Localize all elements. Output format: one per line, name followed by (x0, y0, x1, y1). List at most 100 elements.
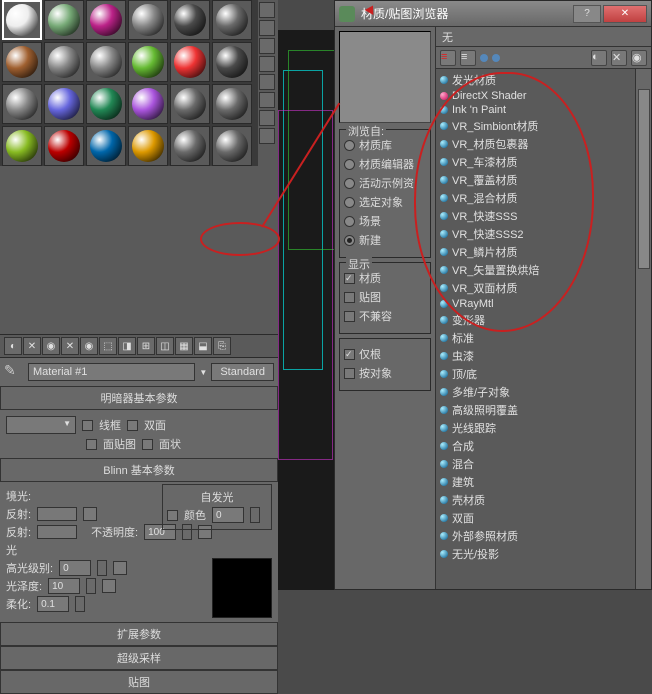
map-btn[interactable] (113, 561, 127, 575)
sample-slot[interactable] (170, 0, 210, 40)
soften-val[interactable]: 0.1 (37, 596, 69, 612)
sample-slot[interactable] (212, 126, 252, 166)
material-list-item[interactable]: 外部参照材质 (440, 527, 631, 545)
material-type-button[interactable]: Standard (211, 363, 274, 381)
radio[interactable] (344, 178, 355, 189)
material-list-item[interactable]: 高级照明覆盖 (440, 401, 631, 419)
side-tool[interactable] (259, 110, 275, 126)
material-list-item[interactable]: VR_混合材质 (440, 189, 631, 207)
material-list-item[interactable]: VR_快速SSS (440, 207, 631, 225)
spec-level-val[interactable]: 0 (59, 560, 91, 576)
material-list-item[interactable]: VR_覆盖材质 (440, 171, 631, 189)
sample-slot[interactable] (86, 126, 126, 166)
material-list-item[interactable]: 标准 (440, 329, 631, 347)
material-list-item[interactable]: 多维/子对象 (440, 383, 631, 401)
spinner-buttons[interactable] (97, 560, 107, 576)
material-list-item[interactable]: 光线跟踪 (440, 419, 631, 437)
radio[interactable] (344, 140, 355, 151)
side-tool[interactable] (259, 20, 275, 36)
sample-slot[interactable] (44, 84, 84, 124)
tool-btn[interactable]: ◨ (118, 337, 136, 355)
list-view-btn[interactable]: ≡ (440, 50, 456, 66)
side-tool[interactable] (259, 2, 275, 18)
sample-slot[interactable] (2, 42, 42, 82)
material-list-item[interactable]: 壳材质 (440, 491, 631, 509)
sample-slot[interactable] (86, 84, 126, 124)
material-list-item[interactable]: Ink 'n Paint (440, 103, 631, 117)
shader-rollout-header[interactable]: 明暗器基本参数 (0, 386, 278, 410)
material-list-item[interactable]: VR_Simbiont材质 (440, 117, 631, 135)
material-list-item[interactable]: VR_快速SSS2 (440, 225, 631, 243)
titlebar[interactable]: 材质/贴图浏览器 ? ✕ (335, 1, 651, 27)
sample-slot[interactable] (44, 126, 84, 166)
scroll-thumb[interactable] (638, 89, 650, 269)
get-material-btn[interactable]: ◐ (4, 337, 22, 355)
eyedropper-icon[interactable]: ✎ (4, 362, 24, 382)
sample-slot[interactable] (212, 0, 252, 40)
diffuse-map-btn[interactable] (83, 507, 97, 521)
sample-slot[interactable] (170, 126, 210, 166)
two-side-checkbox[interactable] (127, 420, 138, 431)
face-map-checkbox[interactable] (86, 439, 97, 450)
material-list-item[interactable]: VR_鳞片材质 (440, 243, 631, 261)
ext-rollout[interactable]: 扩展参数 (0, 622, 278, 646)
tool-btn[interactable]: ⊞ (137, 337, 155, 355)
maps-rollout[interactable]: 贴图 (0, 670, 278, 694)
view-btn[interactable]: ≡ (460, 50, 476, 66)
sample-slot[interactable] (86, 42, 126, 82)
material-list-item[interactable]: 变形器 (440, 311, 631, 329)
material-list-item[interactable]: VR_材质包裹器 (440, 135, 631, 153)
sample-slot[interactable] (212, 84, 252, 124)
tool-btn[interactable]: ✕ (611, 50, 627, 66)
sample-slot[interactable] (2, 0, 42, 40)
self-illum-color-chk[interactable] (167, 510, 178, 521)
help-button[interactable]: ? (573, 5, 601, 23)
material-list-item[interactable]: 虫漆 (440, 347, 631, 365)
material-list-item[interactable]: 双面 (440, 509, 631, 527)
sample-slot[interactable] (2, 84, 42, 124)
sample-slot[interactable] (44, 0, 84, 40)
checkbox[interactable] (344, 292, 355, 303)
side-tool[interactable] (259, 74, 275, 90)
tool-btn[interactable]: ▦ (175, 337, 193, 355)
sample-slot[interactable] (86, 0, 126, 40)
side-tool[interactable] (259, 128, 275, 144)
spinner-buttons[interactable] (75, 596, 85, 612)
scrollbar[interactable] (635, 69, 651, 589)
checkbox[interactable] (344, 273, 355, 284)
reset-btn[interactable]: ✕ (61, 337, 79, 355)
blinn-rollout-header[interactable]: Blinn 基本参数 (0, 458, 278, 482)
material-list-item[interactable]: 发光材质 (440, 71, 631, 89)
sample-slot[interactable] (170, 42, 210, 82)
tool-btn[interactable]: ◉ (631, 50, 647, 66)
shader-type-dropdown[interactable] (6, 416, 76, 434)
radio[interactable] (344, 216, 355, 227)
tool-btn[interactable]: ⬓ (194, 337, 212, 355)
checkbox[interactable] (344, 368, 355, 379)
sample-slot[interactable] (128, 126, 168, 166)
sample-slot[interactable] (128, 84, 168, 124)
diffuse-swatch[interactable] (37, 507, 77, 521)
radio[interactable] (344, 159, 355, 170)
sample-slot[interactable] (44, 42, 84, 82)
tool-btn[interactable]: ⬚ (99, 337, 117, 355)
assign-btn[interactable]: ◉ (42, 337, 60, 355)
specular-swatch[interactable] (37, 525, 77, 539)
ss-rollout[interactable]: 超级采样 (0, 646, 278, 670)
checkbox[interactable] (344, 349, 355, 360)
radio[interactable] (344, 197, 355, 208)
material-list-item[interactable]: 合成 (440, 437, 631, 455)
material-list-item[interactable]: DirectX Shader (440, 89, 631, 103)
close-button[interactable]: ✕ (603, 5, 647, 23)
material-list-item[interactable]: 混合 (440, 455, 631, 473)
spinner-buttons[interactable] (86, 578, 96, 594)
sample-slot[interactable] (212, 42, 252, 82)
material-name-field[interactable] (28, 363, 195, 381)
material-list-item[interactable]: VR_双面材质 (440, 279, 631, 297)
radio[interactable] (344, 235, 355, 246)
copy-btn[interactable]: ◉ (80, 337, 98, 355)
material-list-item[interactable]: 建筑 (440, 473, 631, 491)
icon-ball[interactable] (480, 54, 488, 62)
material-list[interactable]: 发光材质DirectX ShaderInk 'n PaintVR_Simbion… (436, 69, 635, 589)
tool-btn[interactable]: ◫ (156, 337, 174, 355)
